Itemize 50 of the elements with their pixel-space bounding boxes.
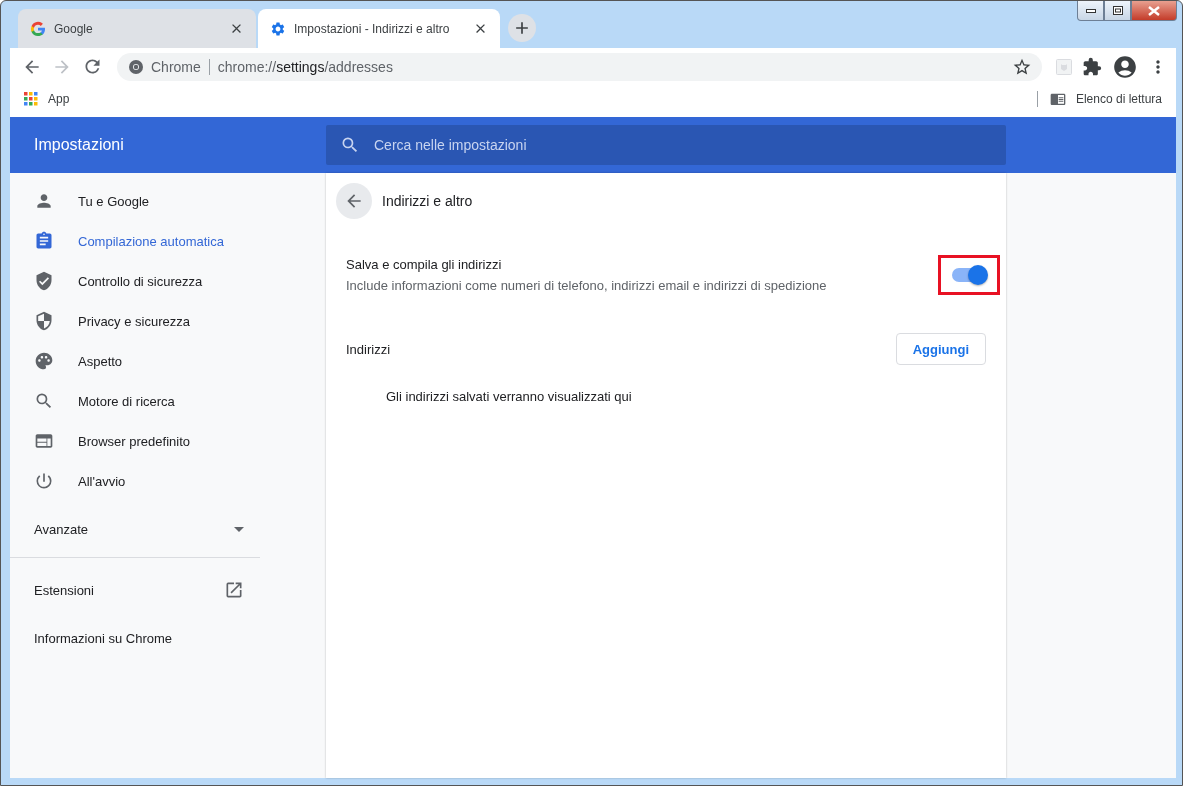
setting-label: Salva e compila gli indirizzi: [346, 257, 503, 272]
chrome-icon: [129, 59, 143, 74]
caret-icon: [234, 526, 244, 532]
url-text: chrome://settings/addresses: [217, 58, 394, 75]
sidebar-item[interactable]: Tu e Google: [10, 181, 326, 221]
browser-window-icon: [34, 431, 54, 451]
tab-title: Google: [54, 21, 94, 36]
gear-icon: [270, 20, 286, 37]
apps-grid-icon[interactable]: [24, 91, 38, 106]
sidebar-link[interactable]: Estensioni: [10, 566, 260, 614]
sidebar-item[interactable]: Controllo di sicurezza: [10, 261, 326, 301]
shield-check-icon: [34, 271, 54, 291]
puzzle-icon[interactable]: [1082, 56, 1102, 77]
browser-tab[interactable]: Impostazioni - Indirizzi e altro: [258, 9, 500, 48]
back-button[interactable]: [336, 183, 372, 219]
sidebar-item[interactable]: Privacy e sicurezza: [10, 301, 326, 341]
minimize-icon[interactable]: [1085, 8, 1096, 13]
search-placeholder: Cerca nelle impostazioni: [374, 137, 527, 153]
settings-title: Impostazioni: [33, 136, 125, 154]
setting-description: Include informazioni come numeri di telefono, indirizzi email e indirizzi di spedizione: [346, 278, 827, 293]
advanced-toggle[interactable]: Avanzate: [10, 505, 260, 553]
external-link-icon: [224, 580, 244, 600]
sidebar-item[interactable]: All'avvio: [10, 461, 326, 501]
account-icon[interactable]: [1112, 53, 1138, 80]
section-title: Indirizzi: [346, 341, 391, 357]
clipboard-icon: [34, 231, 54, 251]
maximize-icon[interactable]: [1112, 6, 1123, 15]
site-label: Chrome: [151, 58, 201, 75]
address-bar[interactable]: Chrome chrome://settings/addresses: [117, 52, 1042, 81]
search-field[interactable]: Cerca nelle impostazioni: [326, 125, 1006, 165]
shield-icon: [34, 311, 54, 331]
add-button[interactable]: Aggiungi: [895, 333, 986, 365]
sidebar-item[interactable]: Browser predefinito: [10, 421, 326, 461]
palette-icon: [34, 351, 54, 371]
sidebar-item[interactable]: Motore di ricerca: [10, 381, 326, 421]
sidebar-item[interactable]: Compilazione automatica: [10, 221, 326, 261]
google-icon: [30, 20, 46, 37]
toggle-switch[interactable]: [952, 268, 986, 282]
browser-tab[interactable]: Google: [18, 9, 256, 48]
apps-link[interactable]: App: [48, 91, 70, 106]
tab-title: Impostazioni - Indirizzi e altro: [294, 21, 451, 36]
sidebar-item[interactable]: Aspetto: [10, 341, 326, 381]
reading-list-link[interactable]: Elenco di lettura: [1075, 91, 1162, 106]
search-icon: [34, 391, 54, 411]
power-icon: [34, 471, 54, 491]
page-title: Indirizzi e altro: [382, 193, 473, 209]
new-tab-button[interactable]: [508, 14, 536, 42]
search-icon: [340, 135, 360, 155]
empty-message: Gli indirizzi salvati verranno visualizzati qui: [386, 389, 632, 404]
sidebar-link[interactable]: Informazioni su Chrome: [10, 614, 260, 662]
